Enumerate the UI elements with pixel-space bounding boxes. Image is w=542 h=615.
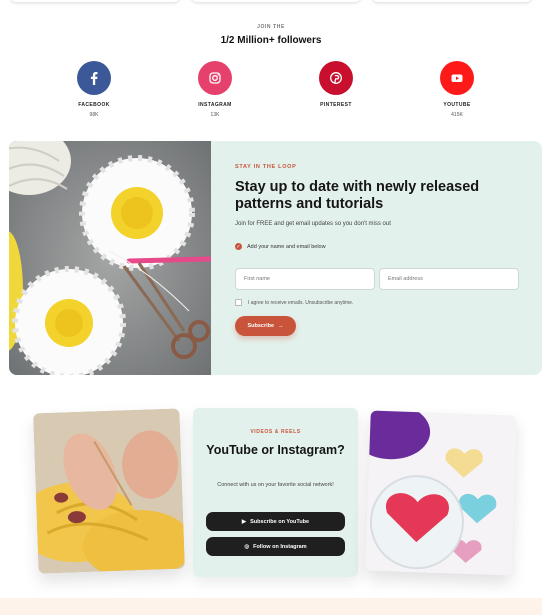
instagram-icon: ◎ (244, 543, 250, 550)
crochet-hearts-image (365, 410, 517, 576)
footer-band (0, 598, 542, 615)
previous-cards-edge (0, 0, 542, 2)
newsletter-kicker: STAY IN THE LOOP (235, 164, 297, 170)
first-name-input[interactable] (235, 268, 375, 290)
pinterest-icon[interactable] (319, 61, 353, 95)
checkmark-icon: ✓ (235, 243, 242, 250)
instagram-button-label: Follow on Instagram (253, 543, 307, 550)
knitting-hands-image (33, 408, 185, 574)
page: JOIN THE 1/2 Million+ followers FACEBOOK… (0, 0, 542, 615)
youtube-button-label: Subscribe on YouTube (250, 518, 310, 525)
social-name: YOUTUBE (443, 102, 471, 108)
social-kicker: JOIN THE (257, 24, 285, 30)
arrow-right-icon: → (278, 323, 284, 329)
social-instagram[interactable]: INSTAGRAM 13K (175, 61, 255, 118)
social-name: PINTEREST (320, 102, 352, 108)
social-pinterest[interactable]: PINTEREST (296, 61, 376, 112)
agree-checkbox[interactable] (235, 299, 242, 306)
crochet-daisies-image (9, 141, 211, 375)
newsletter-section: STAY IN THE LOOP Stay up to date with ne… (9, 141, 542, 375)
facebook-icon[interactable] (77, 61, 111, 95)
subscribe-label: Subscribe (247, 323, 275, 329)
newsletter-step: ✓ Add your name and email below (235, 243, 326, 250)
social-facebook[interactable]: FACEBOOK 98K (54, 61, 134, 118)
videos-title-text: YouTube or Instagram? (206, 443, 345, 457)
social-count: 13K (210, 112, 220, 118)
social-count: 415K (451, 112, 463, 118)
newsletter-subtitle: Join for FREE and get email updates so y… (235, 221, 391, 227)
email-input[interactable] (379, 268, 519, 290)
agree-label: I agree to receive emails. Unsubscribe a… (248, 299, 354, 306)
subscribe-button[interactable]: Subscribe → (235, 316, 296, 336)
newsletter-step-label: Add your name and email below (247, 243, 326, 250)
youtube-subscribe-button[interactable]: ▶ Subscribe on YouTube (206, 512, 345, 531)
social-name: FACEBOOK (78, 102, 110, 108)
youtube-icon[interactable] (440, 61, 474, 95)
top-card (191, 0, 361, 2)
social-youtube[interactable]: YOUTUBE 415K (417, 61, 497, 118)
videos-card: VIDEOS & REELS YouTube or Instagram? Con… (193, 408, 358, 577)
instagram-icon[interactable] (198, 61, 232, 95)
videos-title: YouTube or Instagram? (193, 442, 358, 458)
social-title: 1/2 Million+ followers (220, 35, 322, 46)
social-count: 98K (89, 112, 99, 118)
youtube-icon: ▶ (241, 518, 247, 525)
instagram-follow-button[interactable]: ◎ Follow on Instagram (206, 537, 345, 556)
social-name: INSTAGRAM (198, 102, 232, 108)
top-card (372, 0, 532, 2)
top-card (10, 0, 180, 2)
agree-row: I agree to receive emails. Unsubscribe a… (235, 299, 353, 306)
videos-kicker: VIDEOS & REELS (250, 429, 301, 435)
newsletter-title: Stay up to date with newly released patt… (235, 179, 480, 212)
videos-text: Connect with us on your favorite social … (217, 482, 334, 488)
